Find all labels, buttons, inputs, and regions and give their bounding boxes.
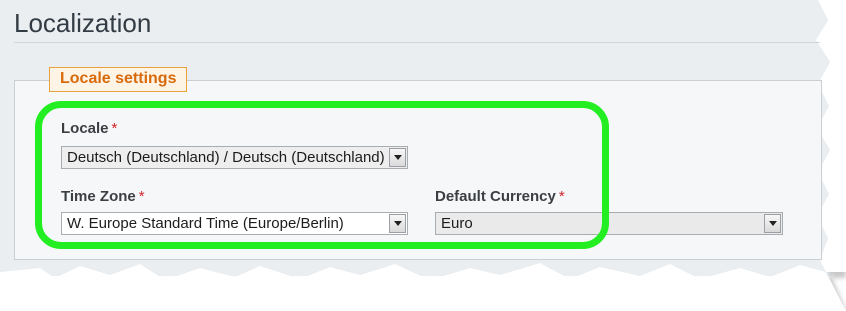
- required-marker: *: [111, 120, 118, 137]
- chevron-down-icon[interactable]: [764, 214, 781, 233]
- default-currency-label-text: Default Currency: [435, 188, 556, 205]
- required-marker: *: [138, 188, 145, 205]
- fieldset-legend: Locale settings: [49, 67, 188, 92]
- chevron-down-icon[interactable]: [389, 148, 406, 167]
- default-currency-select[interactable]: Euro: [435, 212, 783, 235]
- locale-select-value: Deutsch (Deutschland) / Deutsch (Deutsch…: [67, 149, 385, 166]
- default-currency-select-value: Euro: [441, 215, 473, 232]
- page-title: Localization: [14, 8, 152, 38]
- locale-select[interactable]: Deutsch (Deutschland) / Deutsch (Deutsch…: [61, 146, 408, 169]
- title-divider: [14, 42, 820, 43]
- default-currency-label: Default Currency *: [435, 188, 565, 205]
- time-zone-label-text: Time Zone: [61, 188, 136, 205]
- chevron-down-icon[interactable]: [389, 214, 406, 233]
- time-zone-label: Time Zone *: [61, 188, 145, 205]
- time-zone-select[interactable]: W. Europe Standard Time (Europe/Berlin): [61, 212, 408, 235]
- required-marker: *: [558, 188, 565, 205]
- locale-label-text: Locale: [61, 120, 109, 137]
- locale-label: Locale *: [61, 120, 117, 137]
- time-zone-select-value: W. Europe Standard Time (Europe/Berlin): [67, 215, 344, 232]
